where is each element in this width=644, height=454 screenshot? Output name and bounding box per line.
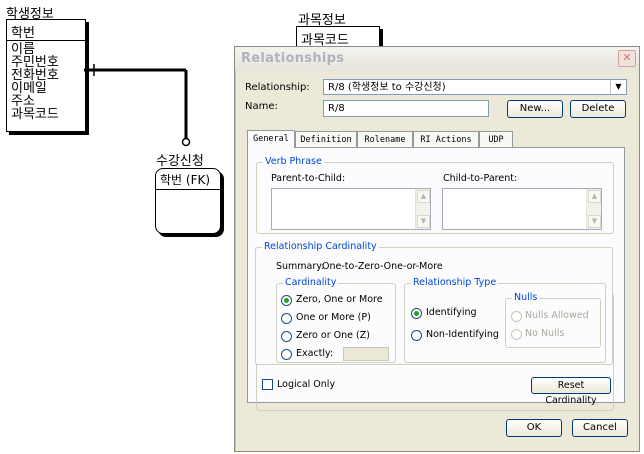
summary-label: Summary: — [276, 261, 325, 272]
radio-nulls-allowed[interactable] — [511, 311, 522, 322]
entity-course-key: 과목코드 — [301, 33, 349, 48]
entity-student[interactable]: 학번 이름 주민번호 전화번호 이메일 주소 과목코드 — [6, 19, 86, 132]
verb-phrase-title: Verb Phrase — [263, 156, 324, 167]
attribute: 과목코드 — [11, 107, 59, 122]
child-to-parent-input[interactable]: ▲ ▼ — [442, 188, 602, 230]
scroll-up-icon[interactable]: ▲ — [588, 190, 601, 203]
parent-to-child-label: Parent-to-Child: — [271, 173, 346, 184]
relationship-select-value: R/8 (학생정보 to 수강신청) — [328, 82, 446, 93]
relationship-select[interactable]: R/8 (학생정보 to 수강신청) ▼ — [323, 79, 627, 95]
relationship-line[interactable] — [84, 60, 194, 150]
radio-exactly[interactable] — [281, 349, 292, 360]
entity-student-attributes: 이름 주민번호 전화번호 이메일 주소 과목코드 — [7, 41, 85, 123]
radio-zero-one-or-more[interactable] — [281, 295, 292, 306]
entity-enroll-key: 학번 (FK) — [156, 169, 220, 190]
scroll-up-icon[interactable]: ▲ — [417, 190, 430, 203]
relationship-label: Relationship: — [245, 82, 310, 93]
cardinality-title: Cardinality — [283, 277, 339, 288]
scrollbar[interactable]: ▲ ▼ — [586, 189, 601, 229]
radio-no-nulls[interactable] — [511, 329, 522, 340]
tab-definition[interactable]: Definition — [295, 131, 357, 148]
tab-rolename[interactable]: Rolename — [357, 131, 413, 148]
ok-button[interactable]: OK — [506, 419, 562, 437]
relationships-dialog: Relationships ✕ Relationship: R/8 (학생정보 … — [234, 46, 640, 452]
relationship-type-subgroup: Relationship Type Identifying Non-Identi… — [404, 277, 606, 363]
scrollbar[interactable]: ▲ ▼ — [415, 189, 430, 229]
cardinality-subgroup: Cardinality Zero, One or More One or Mor… — [276, 277, 396, 363]
option-non-identifying[interactable]: Non-Identifying — [426, 329, 499, 340]
summary-value: One-to-Zero-One-or-More — [322, 261, 443, 272]
option-nulls-allowed[interactable]: Nulls Allowed — [525, 310, 589, 321]
radio-one-or-more[interactable] — [281, 313, 292, 324]
option-zero-one-or-more[interactable]: Zero, One or More — [296, 294, 383, 305]
name-input[interactable]: R/8 — [323, 100, 489, 117]
tab-general[interactable]: General — [247, 130, 295, 148]
nulls-title: Nulls — [512, 292, 540, 303]
relationship-cardinality-group: Relationship Cardinality Summary: One-to… — [255, 241, 613, 365]
verb-phrase-group: Verb Phrase Parent-to-Child: Child-to-Pa… — [256, 156, 614, 234]
new-button[interactable]: New... — [507, 100, 563, 118]
tab-udp[interactable]: UDP — [479, 131, 513, 148]
option-exactly[interactable]: Exactly: — [296, 348, 333, 359]
name-label: Name: — [245, 101, 278, 112]
scroll-down-icon[interactable]: ▼ — [588, 215, 601, 228]
child-to-parent-label: Child-to-Parent: — [443, 173, 518, 184]
entity-enroll[interactable]: 학번 (FK) — [155, 168, 221, 234]
logical-only-label[interactable]: Logical Only — [277, 379, 335, 390]
dialog-titlebar[interactable]: Relationships ✕ — [235, 47, 639, 71]
exactly-input[interactable] — [343, 347, 389, 361]
radio-non-identifying[interactable] — [411, 330, 422, 341]
scroll-down-icon[interactable]: ▼ — [417, 215, 430, 228]
radio-identifying[interactable] — [411, 308, 422, 319]
option-one-or-more[interactable]: One or More (P) — [296, 312, 371, 323]
entity-student-key: 학번 — [7, 20, 85, 41]
entity-enroll-name: 수강신청 — [156, 154, 204, 169]
option-identifying[interactable]: Identifying — [426, 307, 477, 318]
delete-button[interactable]: Delete — [570, 100, 626, 118]
parent-to-child-input[interactable]: ▲ ▼ — [271, 188, 431, 230]
dialog-title: Relationships — [241, 51, 345, 66]
reset-cardinality-button[interactable]: Reset Cardinality — [531, 377, 611, 406]
relationship-type-title: Relationship Type — [411, 277, 499, 288]
chevron-down-icon[interactable]: ▼ — [610, 80, 626, 94]
option-no-nulls[interactable]: No Nulls — [525, 328, 564, 339]
tab-ri-actions[interactable]: RI Actions — [413, 131, 479, 148]
cancel-button[interactable]: Cancel — [572, 419, 628, 437]
close-icon[interactable]: ✕ — [618, 50, 636, 67]
nulls-subgroup: Nulls Nulls Allowed No Nulls — [505, 292, 601, 348]
radio-zero-or-one[interactable] — [281, 331, 292, 342]
relationship-cardinality-title: Relationship Cardinality — [262, 241, 379, 252]
logical-only-checkbox[interactable] — [262, 379, 273, 390]
option-zero-or-one[interactable]: Zero or One (Z) — [296, 330, 370, 341]
